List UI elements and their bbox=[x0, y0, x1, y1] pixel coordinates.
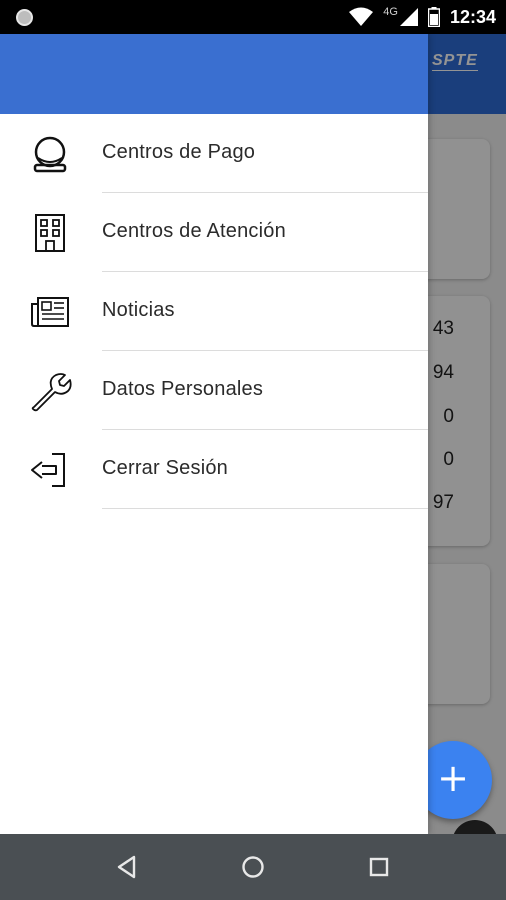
building-icon bbox=[35, 214, 65, 252]
home-icon[interactable] bbox=[240, 854, 266, 880]
newspaper-icon bbox=[31, 297, 69, 327]
payment-center-icon bbox=[33, 136, 67, 173]
signal-icon bbox=[399, 8, 418, 26]
menu-item-datos-personales[interactable]: Datos Personales bbox=[0, 351, 428, 430]
drawer-header bbox=[0, 34, 428, 114]
menu-item-label: Centros de Pago bbox=[102, 141, 256, 163]
menu-item-centros-de-atencion[interactable]: Centros de Atención bbox=[0, 193, 428, 272]
wifi-icon bbox=[349, 7, 374, 26]
menu-item-label: Centros de Atención bbox=[102, 220, 286, 242]
menu-item-noticias[interactable]: Noticias bbox=[0, 272, 428, 351]
recents-icon[interactable] bbox=[366, 854, 392, 880]
menu-item-centros-de-pago[interactable]: Centros de Pago bbox=[0, 114, 428, 193]
navigation-drawer: Centros de Pago Centros de Atención Noti… bbox=[0, 34, 428, 834]
drawer-menu: Centros de Pago Centros de Atención Noti… bbox=[0, 114, 428, 509]
notification-dot-icon bbox=[16, 9, 33, 26]
system-nav-bar bbox=[0, 834, 506, 900]
divider bbox=[102, 508, 428, 509]
menu-item-label: Datos Personales bbox=[102, 378, 264, 400]
menu-item-label: Cerrar Sesión bbox=[102, 457, 228, 479]
status-icons: 4G 12:34 bbox=[349, 0, 496, 34]
network-type-label: 4G bbox=[383, 6, 398, 18]
logout-icon bbox=[31, 453, 65, 487]
clock: 12:34 bbox=[449, 6, 496, 27]
menu-item-cerrar-sesion[interactable]: Cerrar Sesión bbox=[0, 430, 428, 509]
battery-icon bbox=[427, 7, 440, 27]
status-bar: 4G 12:34 bbox=[0, 0, 506, 34]
wrench-icon bbox=[31, 373, 72, 412]
back-icon[interactable] bbox=[114, 854, 140, 880]
menu-item-label: Noticias bbox=[102, 299, 175, 321]
